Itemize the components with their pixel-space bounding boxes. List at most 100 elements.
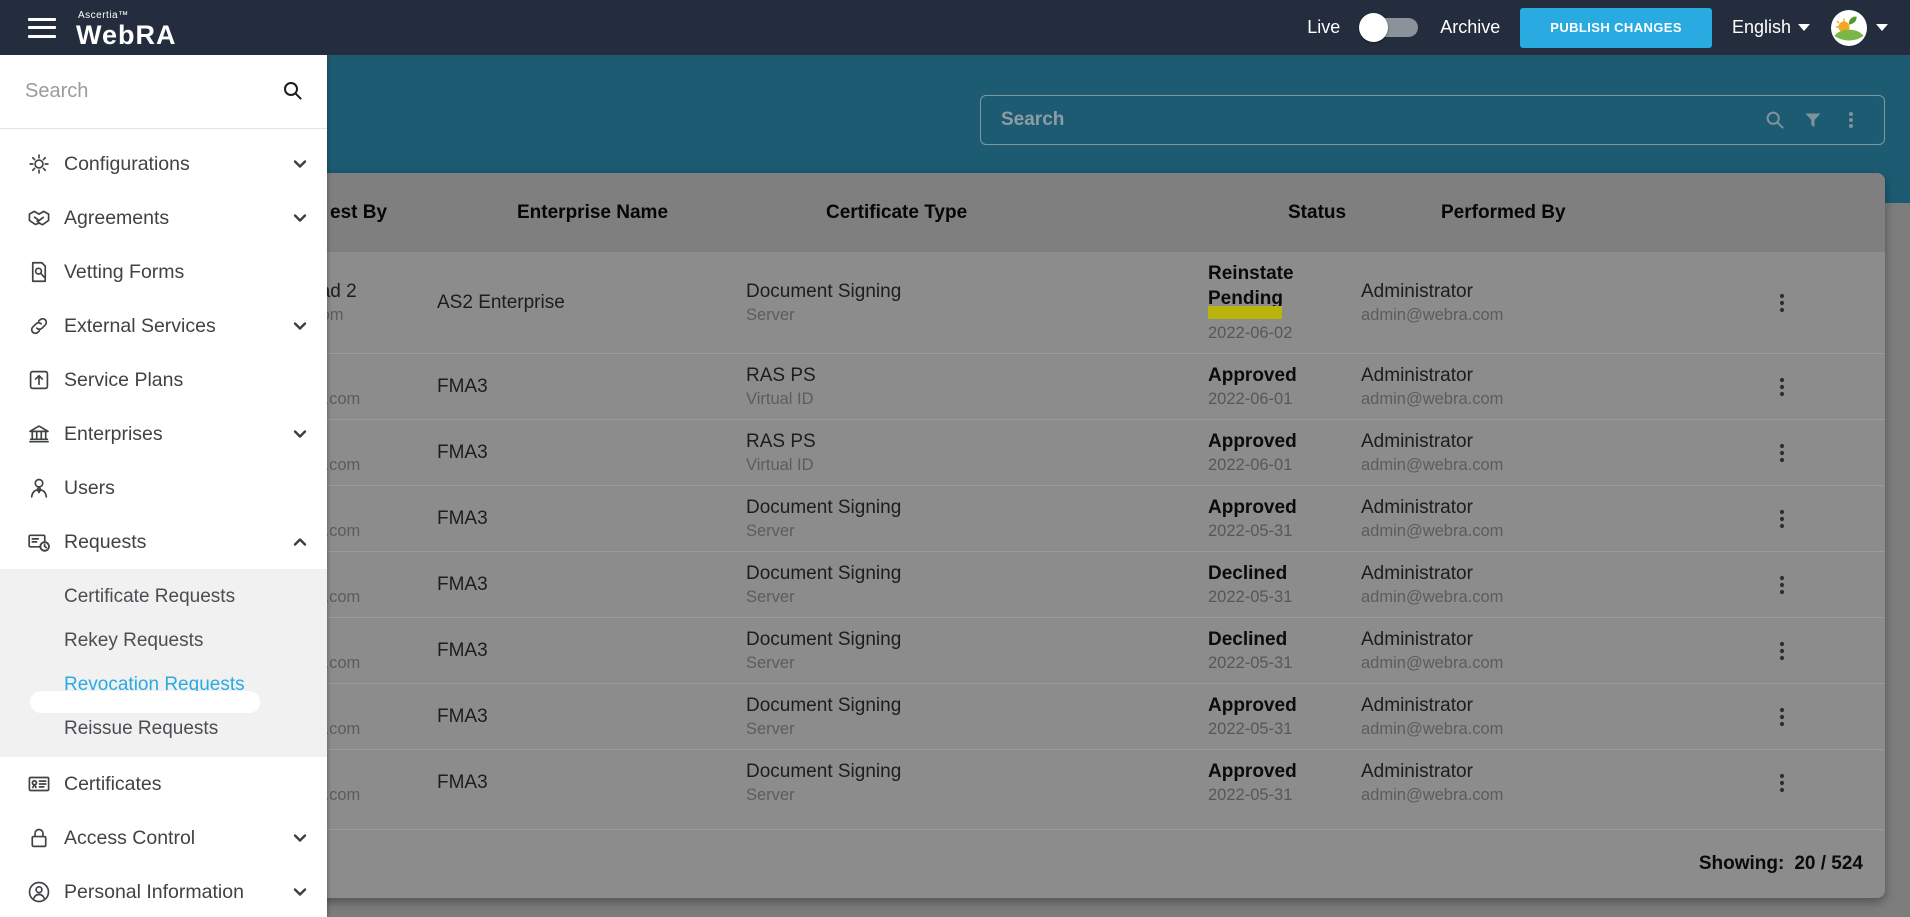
chevron-down-icon: [1876, 24, 1888, 31]
enterprise-cell: FMA3: [437, 770, 746, 795]
certificate-type-cell: Document Signing Server: [746, 627, 1208, 674]
request-clock-icon: [27, 530, 51, 554]
sidebar-item-access-control[interactable]: Access Control: [0, 811, 327, 865]
row-kebab-menu-icon[interactable]: [1758, 292, 1805, 314]
search-icon[interactable]: [1764, 109, 1786, 131]
table-row[interactable]: 3 @ascertia.com FMA3 RAS PS Virtual ID A…: [250, 353, 1885, 419]
status-cell: Declined 2022-05-31: [1208, 561, 1361, 608]
row-kebab-menu-icon[interactable]: [1758, 574, 1805, 596]
sidebar-search: [0, 55, 327, 129]
submenu-item-reissue-requests[interactable]: Reissue Requests: [0, 707, 327, 751]
table-row[interactable]: 3 @ascertia.com FMA3 Document Signing Se…: [250, 551, 1885, 617]
enterprise-cell: FMA3: [437, 572, 746, 597]
enterprise-cell: AS2 Enterprise: [437, 290, 746, 315]
sidebar-item-agreements[interactable]: Agreements: [0, 191, 327, 245]
user-menu[interactable]: [1830, 9, 1888, 47]
col-enterprise-name: Enterprise Name: [517, 202, 826, 224]
brand-product: WebRA: [76, 20, 177, 50]
certificate-type-cell: Document Signing Server: [746, 561, 1208, 608]
archive-label: Archive: [1440, 17, 1500, 38]
sidebar-item-external-services[interactable]: External Services: [0, 299, 327, 353]
row-kebab-menu-icon[interactable]: [1758, 706, 1805, 728]
live-archive-toggle[interactable]: [1362, 18, 1418, 37]
kebab-menu-icon[interactable]: [1840, 109, 1862, 131]
language-label: English: [1732, 17, 1791, 38]
hamburger-menu-icon[interactable]: [28, 18, 56, 38]
sidebar-item-service-plans[interactable]: Service Plans: [0, 353, 327, 407]
table-search-input[interactable]: [981, 109, 1764, 131]
toggle-knob[interactable]: [1359, 13, 1388, 42]
performed-by-cell: Administrator admin@webra.com: [1361, 279, 1758, 326]
handshake-icon: [27, 206, 51, 230]
table-footer: Showing: 20 / 524: [250, 830, 1885, 898]
revocation-requests-table: est By Enterprise Name Certificate Type …: [250, 173, 1885, 898]
sidebar-item-vetting-forms[interactable]: Vetting Forms: [0, 245, 327, 299]
certificate-type-cell: Document Signing Server: [746, 279, 1208, 326]
chevron-down-icon: [291, 209, 309, 227]
link-icon: [27, 314, 51, 338]
status-cell: Approved 2022-05-31: [1208, 495, 1361, 542]
certificate-type-cell: RAS PS Virtual ID: [746, 429, 1208, 476]
app-logo[interactable]: Ascertia™ WebRA: [76, 7, 177, 49]
performed-by-cell: Administrator admin@webra.com: [1361, 561, 1758, 608]
performed-by-cell: Administrator admin@webra.com: [1361, 693, 1758, 740]
search-icon[interactable]: [281, 79, 305, 103]
sidebar-item-certificates[interactable]: Certificates: [0, 757, 327, 811]
col-certificate-type: Certificate Type: [826, 202, 1288, 224]
status-cell: Approved 2022-05-31: [1208, 759, 1361, 806]
chevron-down-icon: [291, 829, 309, 847]
sidebar-item-personal-information[interactable]: Personal Information: [0, 865, 327, 917]
submenu-item-rekey-requests[interactable]: Rekey Requests: [0, 619, 327, 663]
chevron-down-icon: [291, 533, 309, 551]
certificate-type-cell: Document Signing Server: [746, 759, 1208, 806]
sidebar-item-enterprises[interactable]: Enterprises: [0, 407, 327, 461]
certificate-type-cell: Document Signing Server: [746, 693, 1208, 740]
avatar[interactable]: [1830, 9, 1868, 47]
gear-icon: [27, 152, 51, 176]
sidebar-item-configurations[interactable]: Configurations: [0, 137, 327, 191]
performed-by-cell: Administrator admin@webra.com: [1361, 627, 1758, 674]
table-row[interactable]: n Shehzad 2 ascertia.com AS2 Enterprise …: [250, 252, 1885, 353]
table-row[interactable]: 3 @ascertia.com FMA3 RAS PS Virtual ID A…: [250, 419, 1885, 485]
table-bottom-padding: [250, 815, 1885, 830]
user-icon: [27, 476, 51, 500]
language-dropdown[interactable]: English: [1732, 17, 1810, 38]
chevron-down-icon: [1798, 24, 1810, 31]
yellow-highlight-annotation: [1208, 306, 1282, 319]
row-kebab-menu-icon[interactable]: [1758, 508, 1805, 530]
sidebar-search-input[interactable]: [0, 80, 255, 103]
table-row[interactable]: 3 @ascertia.com FMA3 Document Signing Se…: [250, 617, 1885, 683]
vetting-form-icon: [27, 260, 51, 284]
table-row[interactable]: 3 @ascertia.com FMA3 Document Signing Se…: [250, 683, 1885, 749]
sidebar-item-users[interactable]: Users: [0, 461, 327, 515]
chevron-down-icon: [291, 317, 309, 335]
filter-icon[interactable]: [1802, 109, 1824, 131]
lock-icon: [27, 826, 51, 850]
enterprise-cell: FMA3: [437, 704, 746, 729]
requests-submenu: Certificate Requests Rekey Requests Revo…: [0, 569, 327, 757]
chevron-down-icon: [291, 883, 309, 901]
bank-icon: [27, 422, 51, 446]
live-label: Live: [1307, 17, 1340, 38]
certificate-type-cell: Document Signing Server: [746, 495, 1208, 542]
table-search-bar: [980, 95, 1885, 145]
row-kebab-menu-icon[interactable]: [1758, 772, 1805, 794]
col-performed-by: Performed By: [1441, 202, 1838, 224]
table-row[interactable]: 3 @ascertia.com FMA3 Document Signing Se…: [250, 485, 1885, 551]
chevron-down-icon: [291, 425, 309, 443]
performed-by-cell: Administrator admin@webra.com: [1361, 363, 1758, 410]
col-status: Status: [1288, 202, 1441, 224]
sidebar-item-requests[interactable]: Requests: [0, 515, 327, 569]
publish-changes-button[interactable]: PUBLISH CHANGES: [1520, 8, 1712, 48]
enterprise-cell: FMA3: [437, 440, 746, 465]
enterprise-cell: FMA3: [437, 374, 746, 399]
row-kebab-menu-icon[interactable]: [1758, 376, 1805, 398]
top-navbar: Ascertia™ WebRA Live Archive PUBLISH CHA…: [0, 0, 1910, 55]
submenu-item-certificate-requests[interactable]: Certificate Requests: [0, 575, 327, 619]
performed-by-cell: Administrator admin@webra.com: [1361, 429, 1758, 476]
status-cell: Declined 2022-05-31: [1208, 627, 1361, 674]
row-kebab-menu-icon[interactable]: [1758, 640, 1805, 662]
table-row[interactable]: 3 @ascertia.com FMA3 Document Signing Se…: [250, 749, 1885, 815]
service-plan-icon: [27, 368, 51, 392]
row-kebab-menu-icon[interactable]: [1758, 442, 1805, 464]
